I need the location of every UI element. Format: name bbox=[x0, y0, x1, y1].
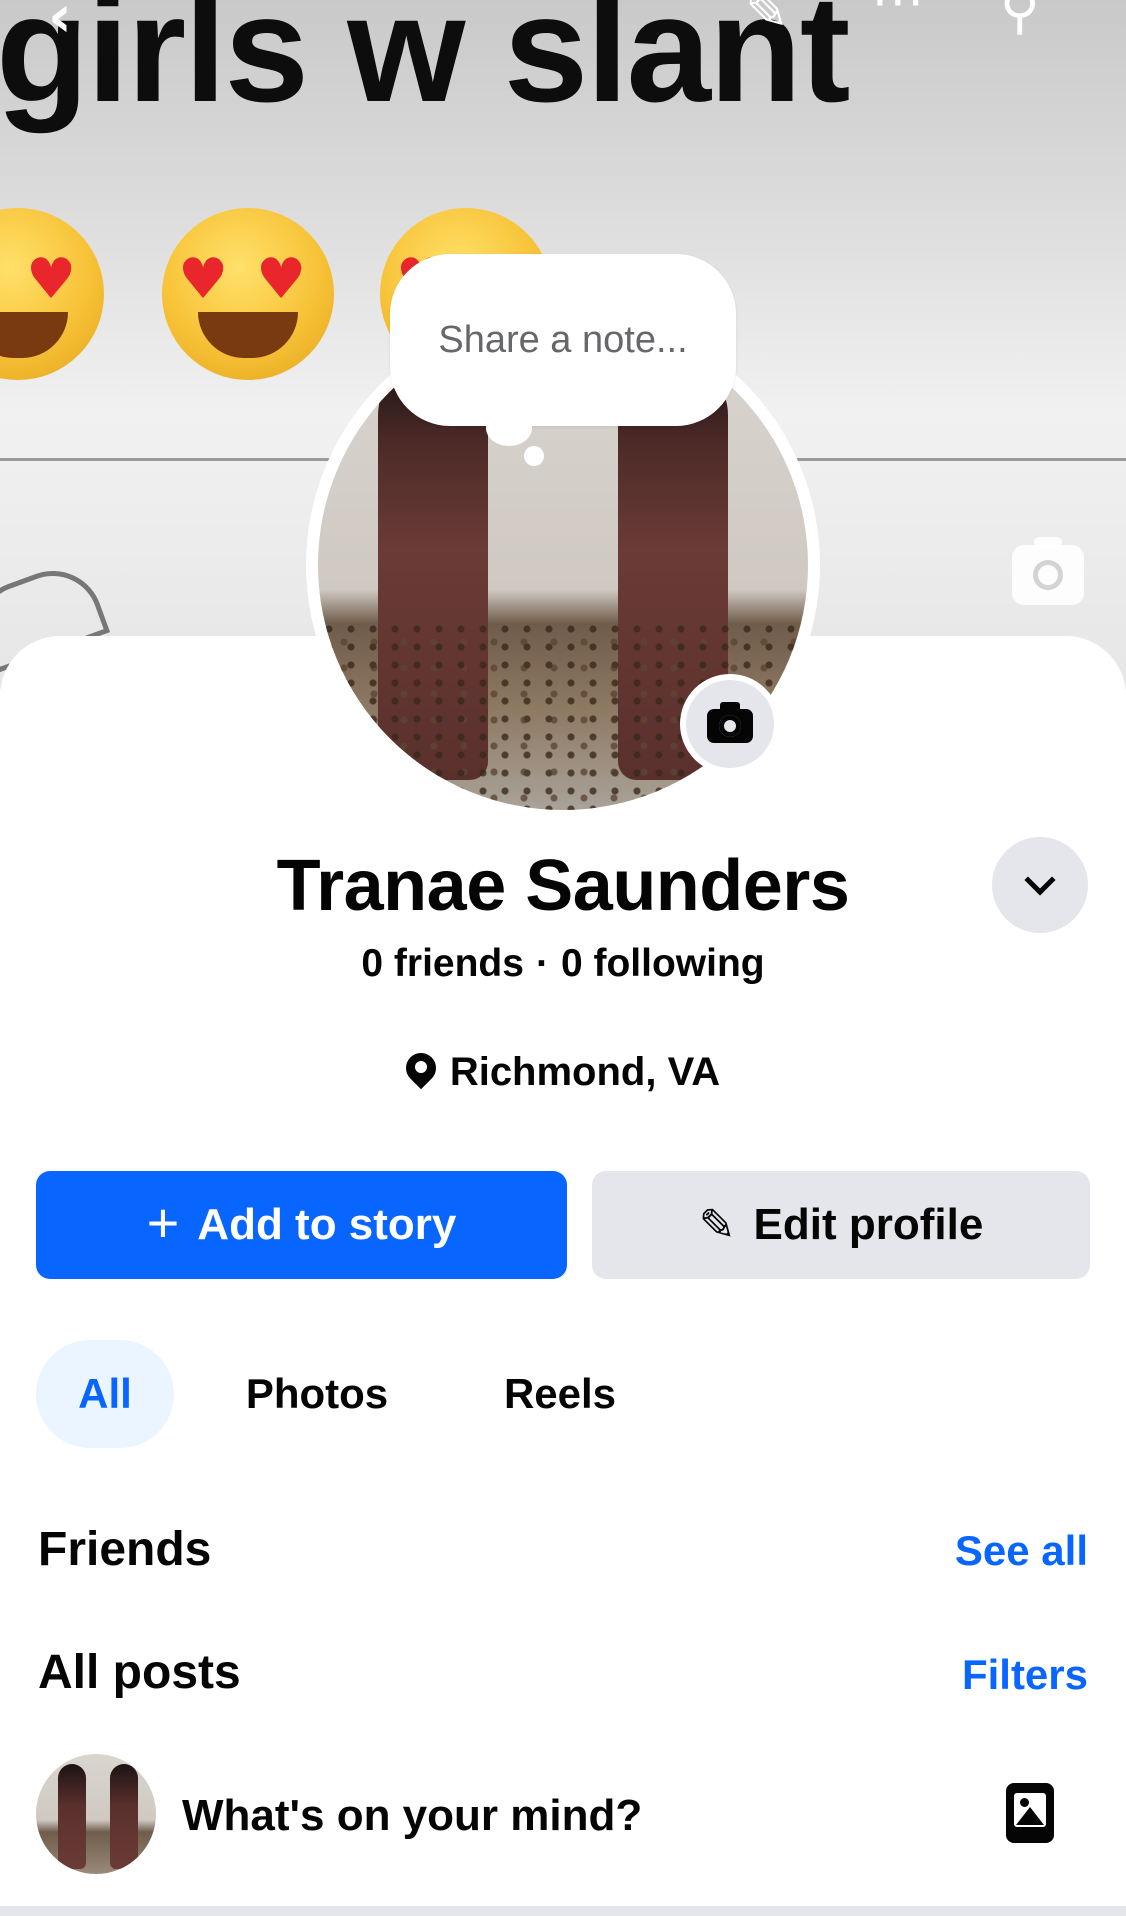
location-text: Richmond, VA bbox=[449, 1050, 721, 1094]
cover-caption: girls w slant bbox=[0, 0, 850, 134]
profile-stats: 0 friends · 0 following bbox=[0, 942, 1126, 986]
photo-icon-detail bbox=[1020, 1798, 1029, 1807]
following-count[interactable]: 0 following bbox=[561, 942, 765, 985]
all-posts-heading: All posts bbox=[38, 1646, 241, 1699]
stats-separator: · bbox=[535, 942, 549, 985]
edit-profile-label: Edit profile bbox=[753, 1200, 984, 1249]
note-bubble-tail bbox=[486, 410, 532, 446]
whats-on-your-mind-input[interactable]: What's on your mind? bbox=[182, 1791, 642, 1841]
edit-cover-camera-icon[interactable] bbox=[1012, 537, 1084, 605]
tab-reels[interactable]: Reels bbox=[480, 1340, 640, 1448]
profile-name: Tranae Saunders bbox=[276, 846, 850, 926]
add-to-story-label: Add to story bbox=[197, 1200, 457, 1249]
pencil-icon: ✎ bbox=[698, 1199, 736, 1251]
edit-profile-button[interactable]: ✎ Edit profile bbox=[592, 1171, 1090, 1279]
tab-all[interactable]: All bbox=[36, 1340, 174, 1448]
camera-icon bbox=[707, 702, 753, 743]
section-divider bbox=[0, 1906, 1126, 1916]
photo-icon-detail bbox=[1016, 1807, 1044, 1825]
note-prompt: Share a note... bbox=[438, 318, 688, 361]
composer-avatar[interactable] bbox=[36, 1754, 156, 1874]
filters-link[interactable]: Filters bbox=[962, 1651, 1088, 1699]
add-to-story-button[interactable]: + Add to story bbox=[36, 1171, 567, 1279]
avatar-figure bbox=[110, 1764, 138, 1869]
profile-location: Richmond, VA bbox=[0, 1050, 1126, 1095]
note-bubble-tail bbox=[524, 446, 544, 466]
edit-avatar-camera-button[interactable] bbox=[680, 674, 780, 774]
profile-switch-button[interactable] bbox=[992, 837, 1088, 933]
location-pin-icon bbox=[406, 1053, 436, 1093]
friends-heading: Friends bbox=[38, 1523, 212, 1576]
tab-photos[interactable]: Photos bbox=[222, 1340, 412, 1448]
see-all-friends-link[interactable]: See all bbox=[955, 1527, 1088, 1575]
more-icon[interactable]: ··· bbox=[872, 0, 926, 32]
heart-eyes-emoji: ♥♥ bbox=[162, 208, 334, 380]
chevron-down-icon bbox=[1024, 864, 1056, 896]
plus-icon: + bbox=[146, 1191, 180, 1254]
edit-icon[interactable]: ✎ bbox=[745, 0, 789, 42]
back-icon[interactable]: ‹ bbox=[48, 0, 72, 50]
friends-count[interactable]: 0 friends bbox=[361, 942, 524, 985]
avatar-figure bbox=[58, 1764, 86, 1869]
heart-eyes-emoji: ♥♥ bbox=[0, 208, 104, 380]
photo-icon[interactable] bbox=[1006, 1783, 1054, 1843]
share-note-bubble[interactable]: Share a note... bbox=[390, 254, 736, 426]
search-icon[interactable]: ⚲ bbox=[1000, 0, 1040, 41]
